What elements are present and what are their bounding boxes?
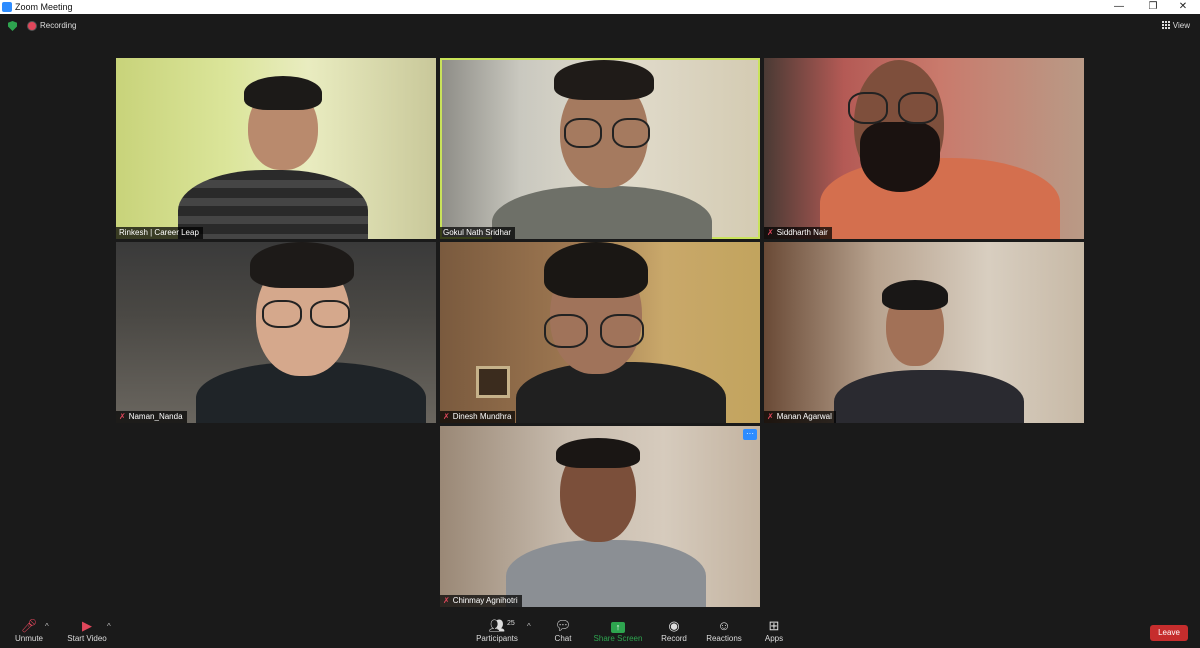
chat-button[interactable]: 💬︎ Chat xyxy=(546,614,580,648)
start-video-label: Start Video xyxy=(67,634,107,643)
leave-button[interactable]: Leave xyxy=(1150,625,1188,641)
muted-mic-icon: ✗ xyxy=(767,412,774,421)
minimize-button[interactable]: — xyxy=(1104,0,1134,14)
chat-label: Chat xyxy=(554,634,572,643)
wall-frame xyxy=(476,366,510,398)
record-icon: ◉ xyxy=(668,618,680,633)
participant-video-body xyxy=(820,158,1060,239)
muted-mic-icon: ✗ xyxy=(443,412,450,421)
glasses xyxy=(544,314,588,348)
participant-name-tag: ✗ Dinesh Mundhra xyxy=(440,411,516,423)
meeting-toolbar: 🎤︎ Unmute ^ ▶︎ Start Video ^ 👥︎ Particip… xyxy=(0,614,1200,648)
muted-mic-icon: ✗ xyxy=(119,412,126,421)
close-button[interactable]: ✕ xyxy=(1168,0,1198,14)
video-tile[interactable]: ✗ Siddharth Nair xyxy=(764,58,1084,239)
share-screen-button[interactable]: ↑ Share Screen xyxy=(592,614,644,648)
more-options-button[interactable]: ··· xyxy=(743,429,757,440)
zoom-app-icon xyxy=(2,2,12,12)
chat-icon: 💬︎ xyxy=(554,618,572,633)
video-options-caret[interactable]: ^ xyxy=(107,622,111,631)
participant-video-hair xyxy=(544,242,648,298)
participant-name-tag: Rinkesh | Career Leap xyxy=(116,227,203,239)
glasses xyxy=(310,300,350,328)
meeting-status-bar: Recording View xyxy=(0,18,1200,34)
participant-video-hair xyxy=(556,438,640,468)
participant-name-tag: ✗ Siddharth Nair xyxy=(764,227,832,239)
window-title: Zoom Meeting xyxy=(15,2,73,12)
participant-name-tag: ✗ Manan Agarwal xyxy=(764,411,836,423)
video-tile[interactable]: ··· ✗ Chinmay Agnihotri xyxy=(440,426,760,607)
participant-video-body xyxy=(506,540,706,607)
recording-label: Recording xyxy=(40,21,77,30)
grid-view-icon xyxy=(1161,21,1170,29)
security-shield-icon[interactable] xyxy=(8,21,17,31)
participants-options-caret[interactable]: ^ xyxy=(527,622,531,631)
glasses xyxy=(612,118,650,148)
record-label: Record xyxy=(661,634,687,643)
participant-video-body xyxy=(492,186,712,239)
participant-video-beard xyxy=(860,122,940,192)
muted-mic-icon: ✗ xyxy=(443,596,450,605)
video-tile[interactable]: ✗ Manan Agarwal xyxy=(764,242,1084,423)
audio-options-caret[interactable]: ^ xyxy=(45,622,49,631)
participant-video-body xyxy=(516,362,726,423)
share-screen-icon: ↑ xyxy=(592,618,644,634)
share-screen-label: Share Screen xyxy=(593,634,643,643)
view-button[interactable]: View xyxy=(1161,19,1190,33)
participant-video-body xyxy=(834,370,1024,423)
muted-mic-icon: ✗ xyxy=(767,228,774,237)
video-tile-active-speaker[interactable]: Gokul Nath Sridhar xyxy=(440,58,760,239)
record-button[interactable]: ◉ Record xyxy=(656,614,692,648)
video-tile[interactable]: Rinkesh | Career Leap xyxy=(116,58,436,239)
recording-icon xyxy=(28,22,36,30)
video-off-icon: ▶︎ xyxy=(82,618,92,633)
view-label: View xyxy=(1172,21,1190,30)
reactions-icon: ☺ xyxy=(717,618,731,633)
glasses xyxy=(564,118,602,148)
participants-count: 25 xyxy=(507,620,515,627)
participant-name-tag: ✗ Naman_Nanda xyxy=(116,411,187,423)
apps-button[interactable]: ⊞ Apps xyxy=(758,614,790,648)
apps-label: Apps xyxy=(764,634,784,643)
participant-video-hair xyxy=(244,76,322,110)
glasses xyxy=(600,314,644,348)
glasses xyxy=(898,92,938,124)
muted-microphone-icon: 🎤︎ xyxy=(20,618,38,633)
reactions-button[interactable]: ☺ Reactions xyxy=(702,614,746,648)
start-video-button[interactable]: ▶︎ Start Video xyxy=(62,614,112,648)
participant-video-hair xyxy=(250,242,354,288)
restore-button[interactable]: ❐ xyxy=(1138,0,1168,14)
glasses xyxy=(262,300,302,328)
apps-icon: ⊞ xyxy=(768,618,780,633)
participant-name-tag: Gokul Nath Sridhar xyxy=(440,227,516,239)
video-tile[interactable]: ✗ Naman_Nanda xyxy=(116,242,436,423)
unmute-label: Unmute xyxy=(14,634,43,643)
participants-label: Participants xyxy=(476,634,518,643)
reactions-label: Reactions xyxy=(706,634,742,643)
unmute-button[interactable]: 🎤︎ Unmute xyxy=(8,614,50,648)
glasses xyxy=(848,92,888,124)
participant-video-hair xyxy=(554,60,654,100)
participant-name-tag: ✗ Chinmay Agnihotri xyxy=(440,595,522,607)
participant-video-hair xyxy=(882,280,948,310)
window-titlebar: Zoom Meeting — ❐ ✕ xyxy=(0,0,1200,14)
participant-video-body xyxy=(178,170,368,239)
video-tile[interactable]: ✗ Dinesh Mundhra xyxy=(440,242,760,423)
